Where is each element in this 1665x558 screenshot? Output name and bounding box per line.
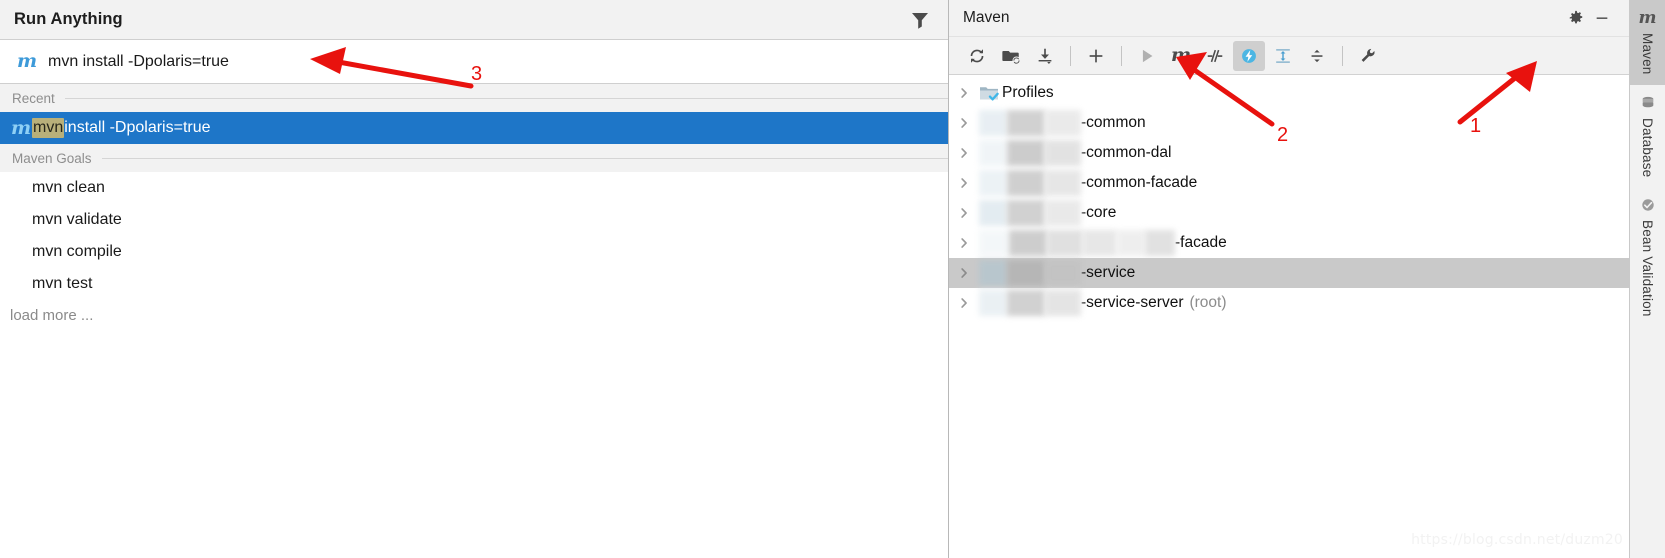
search-input[interactable]: mvn install -Dpolaris=true [48, 53, 229, 71]
expand-all-icon[interactable] [1267, 41, 1299, 71]
redacted-module-prefix [979, 230, 1175, 256]
maven-m-icon: m [16, 50, 38, 72]
redacted-module-prefix [979, 140, 1081, 166]
maven-titlebar: Maven [949, 0, 1629, 37]
toolbar-separator [1342, 45, 1343, 66]
tree-node-label: -common-dal [1081, 144, 1172, 161]
chevron-right-icon[interactable] [949, 87, 979, 99]
tree-row[interactable]: -common-dal [949, 138, 1629, 168]
toggle-offline-icon[interactable] [1233, 40, 1265, 71]
right-tool-tabs: m Maven Database Bean Validation [1629, 0, 1665, 558]
download-sources-icon[interactable] [1029, 41, 1061, 71]
search-match-highlight: mvn [32, 118, 65, 138]
chevron-right-icon[interactable] [949, 177, 979, 189]
section-rule [12, 158, 948, 159]
tree-row[interactable]: -common [949, 108, 1629, 138]
tree-row[interactable]: -service-server (root) [949, 288, 1629, 318]
toolbar-separator [1070, 45, 1071, 66]
page-title: Run Anything [14, 10, 123, 28]
section-label-recent: Recent [12, 90, 65, 106]
annotation-number-1: 1 [1470, 115, 1482, 137]
chevron-right-icon[interactable] [949, 147, 979, 159]
redacted-module-prefix [979, 170, 1081, 196]
add-maven-project-folder-icon[interactable] [995, 41, 1027, 71]
tool-tab-database[interactable]: Database [1630, 85, 1665, 187]
list-item-goal[interactable]: mvn clean [0, 172, 948, 204]
plus-icon[interactable] [1080, 41, 1112, 71]
tree-row[interactable]: -facade [949, 228, 1629, 258]
load-more-button[interactable]: load more ... [0, 300, 948, 330]
recent-command-label: mvn install -Dpolaris=true [32, 118, 211, 138]
maven-settings-wrench-icon[interactable] [1352, 41, 1384, 71]
maven-tool-window: Maven m Profiles -common -common-dal -co… [949, 0, 1629, 558]
toggle-skip-tests-icon[interactable] [1199, 41, 1231, 71]
section-rule [12, 98, 948, 99]
list-item-goal[interactable]: mvn compile [0, 236, 948, 268]
reload-all-projects-icon[interactable] [961, 41, 993, 71]
annotation-number-3: 3 [471, 63, 483, 85]
bean-validation-icon [1640, 194, 1656, 216]
section-header-recent: Recent [0, 84, 948, 112]
tree-node-label: -service-server [1081, 294, 1184, 311]
tree-node-label: -common-facade [1081, 174, 1198, 191]
run-anything-header: Run Anything [0, 0, 948, 40]
maven-m-icon: m [10, 116, 32, 139]
tree-row[interactable]: -common-facade [949, 168, 1629, 198]
tree-row[interactable]: Profiles [949, 78, 1629, 108]
run-icon[interactable] [1131, 41, 1163, 71]
chevron-right-icon[interactable] [949, 207, 979, 219]
chevron-right-icon[interactable] [949, 117, 979, 129]
tree-node-root-tag: (root) [1189, 294, 1227, 311]
redacted-module-prefix [979, 290, 1081, 316]
section-header-maven-goals: Maven Goals [0, 144, 948, 172]
tree-row[interactable]: -core [949, 198, 1629, 228]
annotation-number-2: 2 [1277, 124, 1289, 146]
settings-gear-icon[interactable] [1563, 5, 1589, 31]
chevron-right-icon[interactable] [949, 297, 979, 309]
ide-window: Run Anything m mvn install -Dpolaris=tru… [0, 0, 1665, 558]
redacted-module-prefix [979, 260, 1081, 286]
chevron-right-icon[interactable] [949, 237, 979, 249]
tool-tab-label: Database [1640, 117, 1655, 177]
tree-node-label: -service [1081, 264, 1136, 281]
tool-tab-label: Bean Validation [1640, 219, 1655, 317]
toolbar-separator [1121, 45, 1122, 66]
tool-tab-bean-validation[interactable]: Bean Validation [1630, 187, 1665, 327]
profiles-folder-icon [979, 85, 999, 102]
maven-m-glyph: m [1170, 44, 1192, 66]
filter-icon[interactable] [910, 10, 930, 30]
recent-command-rest: install -Dpolaris=true [64, 119, 211, 136]
tree-row[interactable]: -service [949, 258, 1629, 288]
section-label-maven-goals: Maven Goals [12, 150, 102, 166]
list-item-goal[interactable]: mvn validate [0, 204, 948, 236]
minimize-icon[interactable] [1589, 5, 1615, 31]
list-item-recent-command[interactable]: m mvn install -Dpolaris=true [0, 112, 948, 144]
maven-title: Maven [963, 9, 1010, 26]
redacted-module-prefix [979, 110, 1081, 136]
maven-m-icon: m [1638, 7, 1657, 28]
database-icon [1640, 92, 1656, 114]
run-anything-empty-area [0, 330, 948, 558]
collapse-all-icon[interactable] [1301, 41, 1333, 71]
maven-toolbar: m [949, 37, 1629, 75]
execute-maven-goal-icon[interactable]: m [1165, 41, 1197, 71]
list-item-goal[interactable]: mvn test [0, 268, 948, 300]
tree-node-label: Profiles [1002, 84, 1054, 101]
tool-tab-label: Maven [1640, 33, 1655, 75]
tool-tab-maven[interactable]: m Maven [1629, 0, 1665, 85]
tree-node-label: -common [1081, 114, 1146, 131]
maven-projects-tree: Profiles -common -common-dal -common-fac… [949, 75, 1629, 558]
tree-node-label: -facade [1175, 234, 1227, 251]
redacted-module-prefix [979, 200, 1081, 226]
chevron-right-icon[interactable] [949, 267, 979, 279]
tree-node-label: -core [1081, 204, 1117, 221]
watermark: https://blog.csdn.net/duzm20 [1411, 532, 1623, 548]
